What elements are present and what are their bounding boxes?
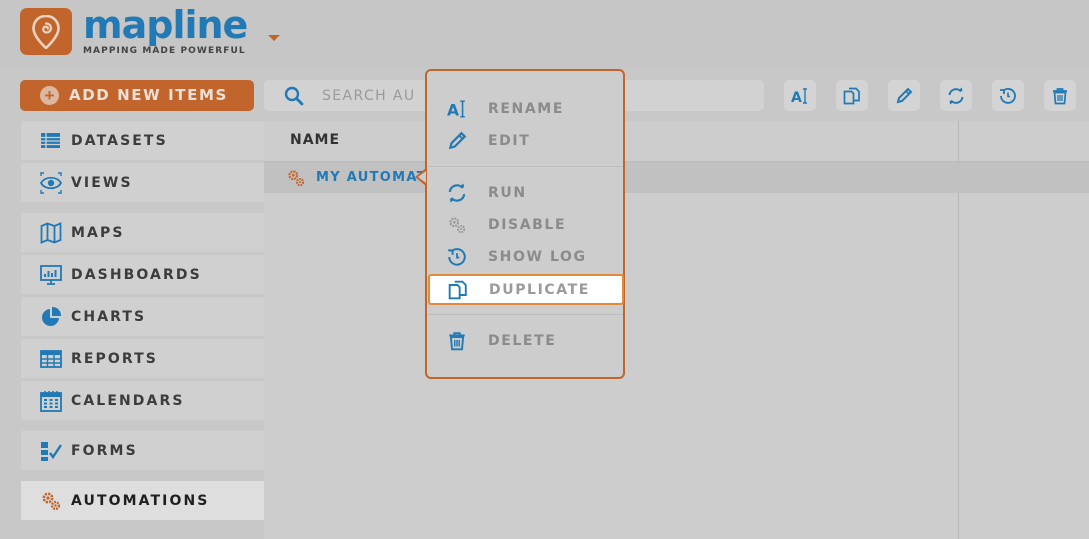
sidebar-item-label: CHARTS [71, 309, 147, 325]
rename-icon: A [791, 88, 807, 105]
menu-item-disable[interactable]: DISABLE [427, 210, 623, 240]
delete-icon [1053, 88, 1067, 105]
edit-icon [447, 131, 467, 151]
delete-icon [447, 331, 467, 351]
menu-separator [427, 166, 623, 167]
menu-item-label: SHOW LOG [488, 249, 587, 265]
account-dropdown-icon[interactable] [268, 35, 280, 41]
sidebar-item-label: VIEWS [71, 175, 133, 191]
column-header-name[interactable]: NAME [290, 132, 340, 148]
sidebar-item-label: DATASETS [71, 133, 168, 149]
delete-tool-button[interactable] [1044, 80, 1076, 111]
sidebar-item-reports[interactable]: REPORTS [21, 339, 264, 378]
pie-chart-icon [40, 306, 62, 328]
sidebar-item-label: REPORTS [71, 351, 158, 367]
menu-item-rename[interactable]: A RENAME [427, 94, 623, 124]
duplicate-icon [843, 87, 860, 105]
mapline-logo-icon[interactable] [20, 8, 72, 55]
search-icon [284, 86, 304, 106]
rename-icon: A [447, 99, 467, 120]
app-header: mapline MAPPING MADE POWERFUL [0, 0, 1089, 70]
sidebar-item-dashboards[interactable]: DASHBOARDS [21, 255, 264, 294]
logo-tagline: MAPPING MADE POWERFUL [83, 46, 246, 56]
menu-item-run[interactable]: RUN [427, 178, 623, 208]
table-row[interactable]: MY AUTOMAT [264, 162, 1089, 193]
duplicate-icon [448, 280, 468, 300]
calendar-icon [40, 390, 62, 412]
sidebar-item-label: DASHBOARDS [71, 267, 202, 283]
edit-tool-button[interactable] [888, 80, 920, 111]
sidebar-item-label: FORMS [71, 443, 138, 459]
sidebar-item-calendars[interactable]: CALENDARS [21, 381, 264, 420]
dashboard-icon [40, 264, 62, 286]
logo-wordmark[interactable]: mapline [83, 3, 248, 47]
show-log-icon [1000, 88, 1016, 104]
menu-separator [427, 314, 623, 315]
eye-icon [40, 172, 62, 194]
sidebar-item-charts[interactable]: CHARTS [21, 297, 264, 336]
add-new-items-button[interactable]: + ADD NEW ITEMS [20, 80, 254, 111]
sidebar-item-label: CALENDARS [71, 393, 185, 409]
menu-item-duplicate[interactable]: DUPLICATE [428, 274, 624, 305]
menu-pointer-inner [418, 171, 426, 183]
show-log-tool-button[interactable] [992, 80, 1024, 111]
menu-item-label: RENAME [488, 101, 564, 117]
sidebar-item-datasets[interactable]: DATASETS [21, 121, 264, 160]
sidebar-item-maps[interactable]: MAPS [21, 213, 264, 252]
edit-icon [896, 87, 913, 104]
run-icon [447, 183, 467, 203]
show-log-icon [447, 247, 467, 267]
menu-item-show-log[interactable]: SHOW LOG [427, 242, 623, 272]
gears-icon [288, 170, 305, 187]
menu-item-label: DUPLICATE [489, 282, 590, 298]
dataset-icon [40, 130, 62, 152]
svg-text:A: A [447, 102, 459, 119]
sidebar-item-label: AUTOMATIONS [71, 493, 210, 509]
menu-item-label: DISABLE [488, 217, 567, 233]
menu-item-label: DELETE [488, 333, 557, 349]
disable-icon [447, 215, 467, 235]
sidebar-item-views[interactable]: VIEWS [21, 163, 264, 202]
menu-item-label: RUN [488, 185, 527, 201]
map-icon [40, 222, 62, 244]
plus-circle-icon: + [40, 86, 59, 105]
report-icon [40, 348, 62, 370]
add-new-items-label: ADD NEW ITEMS [69, 86, 228, 104]
automations-table: NAME MY AUTOMAT [264, 121, 1089, 539]
search-input[interactable] [322, 85, 432, 107]
menu-item-edit[interactable]: EDIT [427, 126, 623, 156]
automation-name[interactable]: MY AUTOMAT [316, 170, 427, 185]
context-menu: A RENAME EDIT RUN DISABLE SHOW LOG DUPLI… [425, 69, 625, 379]
sidebar-item-automations[interactable]: AUTOMATIONS [21, 481, 264, 520]
menu-item-label: EDIT [488, 133, 531, 149]
sidebar-item-label: MAPS [71, 225, 125, 241]
form-icon [40, 440, 62, 462]
sidebar-item-forms[interactable]: FORMS [21, 431, 264, 470]
run-tool-button[interactable] [940, 80, 972, 111]
rename-tool-button[interactable]: A [784, 80, 816, 111]
svg-text:A: A [791, 90, 802, 105]
gears-icon [40, 490, 62, 512]
run-icon [948, 87, 964, 105]
duplicate-tool-button[interactable] [836, 80, 868, 111]
menu-item-delete[interactable]: DELETE [427, 326, 623, 356]
